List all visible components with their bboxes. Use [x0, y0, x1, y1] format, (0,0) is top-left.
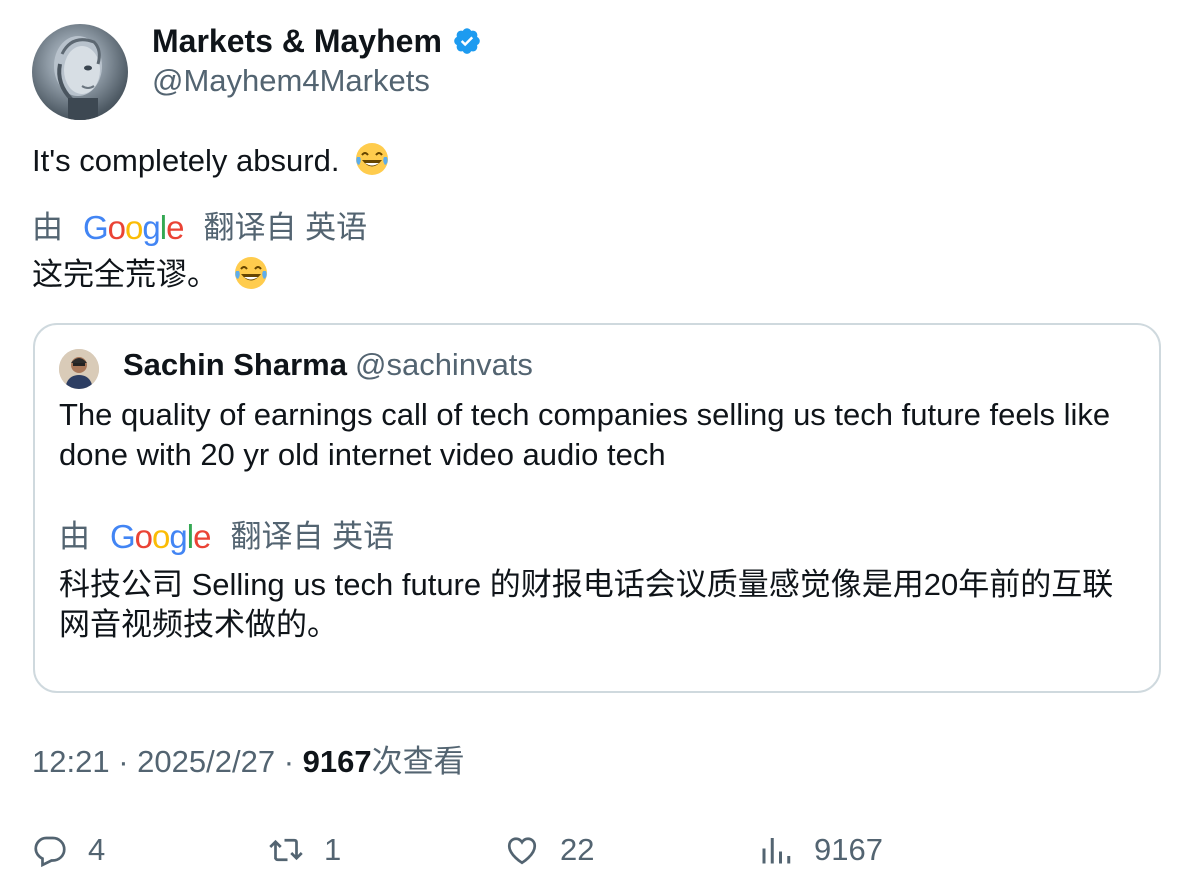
- retweet-button[interactable]: 1: [268, 828, 341, 872]
- analytics-icon: [762, 838, 791, 864]
- translation-suffix: 翻译自 英语: [203, 210, 368, 245]
- reply-icon: [34, 836, 66, 868]
- author-name-text[interactable]: Markets & Mayhem: [152, 22, 442, 60]
- quote-author-avatar[interactable]: [59, 349, 99, 389]
- tweet-meta: 12:21 · 2025/2/27 · 9167次查看: [32, 742, 465, 782]
- like-button[interactable]: 22: [504, 828, 594, 872]
- tweet-date[interactable]: 2025/2/27: [137, 744, 275, 779]
- views-action-count: 9167: [814, 832, 883, 867]
- person-avatar-image: [59, 349, 99, 389]
- quote-text: The quality of earnings call of tech com…: [59, 397, 1111, 472]
- translated-text-content: 这完全荒谬。: [32, 257, 218, 292]
- tweet-text-content: It's completely absurd.: [32, 143, 340, 178]
- author-avatar[interactable]: [32, 24, 128, 120]
- author-name[interactable]: Markets & Mayhem: [152, 22, 482, 60]
- google-logo[interactable]: Google: [110, 517, 211, 557]
- retweet-icon: [269, 838, 303, 862]
- author-handle[interactable]: @Mayhem4Markets: [152, 62, 430, 100]
- meta-separator: ·: [283, 744, 295, 779]
- views-button[interactable]: 9167: [758, 828, 883, 872]
- reply-count: 4: [88, 832, 106, 867]
- heart-icon: [507, 837, 537, 865]
- translation-attribution: 由 Google 翻译自 英语: [32, 208, 367, 248]
- translated-text: 这完全荒谬。: [32, 254, 269, 296]
- google-logo[interactable]: Google: [83, 208, 184, 248]
- quoted-tweet-card[interactable]: Sachin Sharma @sachinvats The quality of …: [33, 323, 1161, 693]
- tweet-text: It's completely absurd.: [32, 140, 390, 182]
- tears-of-joy-emoji-icon: [233, 255, 269, 291]
- quote-translation-suffix: 翻译自 英语: [230, 519, 395, 554]
- verified-badge-icon: [454, 28, 480, 54]
- views-label: 次查看: [371, 744, 465, 779]
- retweet-count: 1: [324, 832, 342, 867]
- action-bar: 4 1 22 9167: [32, 828, 1162, 874]
- quote-author-handle[interactable]: @sachinvats: [355, 347, 533, 382]
- quote-translation-prefix: 由: [59, 519, 90, 554]
- robot-avatar-image: [54, 36, 102, 120]
- quote-author-name[interactable]: Sachin Sharma: [123, 347, 347, 382]
- views-count: 9167: [302, 744, 372, 779]
- reply-button[interactable]: 4: [32, 828, 105, 872]
- quote-translation-attribution: 由 Google 翻译自 英语: [59, 517, 394, 557]
- meta-separator: ·: [118, 744, 129, 779]
- quote-translated-text: 科技公司 Selling us tech future 的财报电话会议质量感觉像…: [59, 567, 1114, 642]
- quote-author-line[interactable]: Sachin Sharma @sachinvats: [123, 345, 533, 385]
- tears-of-joy-emoji-icon: [354, 141, 390, 177]
- like-count: 22: [560, 832, 595, 867]
- translation-prefix: 由: [32, 210, 63, 245]
- tweet-time[interactable]: 12:21: [32, 744, 110, 779]
